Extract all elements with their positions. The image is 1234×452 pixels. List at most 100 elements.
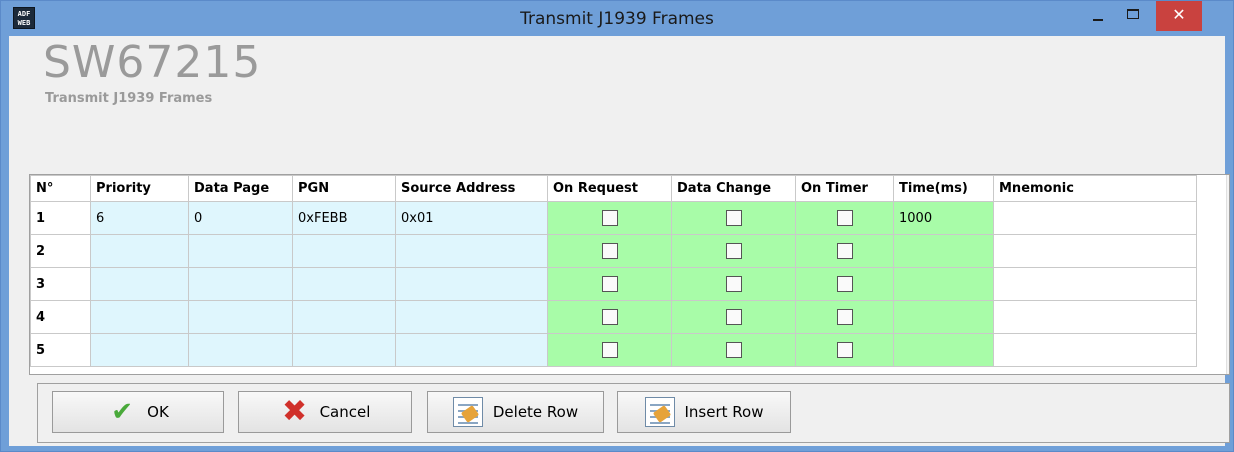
time-ms-cell[interactable] bbox=[893, 267, 994, 301]
row-number-cell: 5 bbox=[30, 333, 91, 367]
source-address-cell[interactable] bbox=[395, 267, 548, 301]
column-header-on-timer[interactable]: On Timer bbox=[795, 175, 894, 202]
data-change-checkbox[interactable] bbox=[725, 210, 742, 226]
mnemonic-cell[interactable] bbox=[993, 234, 1197, 268]
data-change-checkbox[interactable] bbox=[725, 342, 742, 358]
close-button[interactable]: ✕ bbox=[1156, 1, 1202, 31]
data-change-cell bbox=[671, 201, 796, 235]
source-address-cell[interactable] bbox=[395, 333, 548, 367]
on-request-cell bbox=[547, 300, 672, 334]
insert-row-icon bbox=[644, 397, 675, 427]
ok-button[interactable]: ✔ OK bbox=[52, 391, 224, 433]
insert-row-button-label: Insert Row bbox=[684, 403, 764, 421]
source-address-cell[interactable]: 0x01 bbox=[395, 201, 548, 235]
vertical-scrollbar[interactable]: ^ ⌄ bbox=[1226, 175, 1229, 374]
on-timer-cell bbox=[795, 267, 894, 301]
delete-row-button-label: Delete Row bbox=[492, 403, 579, 421]
column-header-data-page[interactable]: Data Page bbox=[188, 175, 293, 202]
on-timer-checkbox[interactable] bbox=[836, 276, 853, 292]
on-request-cell bbox=[547, 234, 672, 268]
data-page-cell[interactable] bbox=[188, 333, 293, 367]
pgn-cell[interactable] bbox=[292, 234, 396, 268]
on-request-checkbox[interactable] bbox=[601, 309, 618, 325]
insert-row-button[interactable]: Insert Row bbox=[617, 391, 791, 433]
column-header-n[interactable]: N° bbox=[30, 175, 91, 202]
delete-row-button[interactable]: Delete Row bbox=[427, 391, 604, 433]
priority-cell[interactable] bbox=[90, 300, 189, 334]
title-bar[interactable]: ADF WEB Transmit J1939 Frames ✕ bbox=[1, 1, 1233, 36]
time-ms-cell[interactable] bbox=[893, 300, 994, 334]
minimize-icon bbox=[1093, 19, 1103, 21]
product-title: SW67215 bbox=[43, 37, 262, 88]
table-row[interactable]: 1 6 0 0xFEBB 0x01 1000 bbox=[30, 201, 1197, 235]
data-page-cell[interactable] bbox=[188, 234, 293, 268]
on-request-checkbox[interactable] bbox=[601, 342, 618, 358]
column-header-pgn[interactable]: PGN bbox=[292, 175, 396, 202]
time-ms-cell[interactable]: 1000 bbox=[893, 201, 994, 235]
frames-table: N° Priority Data Page PGN Source Address… bbox=[30, 175, 1197, 367]
row-number-cell: 1 bbox=[30, 201, 91, 235]
source-address-cell[interactable] bbox=[395, 234, 548, 268]
source-address-cell[interactable] bbox=[395, 300, 548, 334]
priority-cell[interactable]: 6 bbox=[90, 201, 189, 235]
on-request-cell bbox=[547, 201, 672, 235]
priority-cell[interactable] bbox=[90, 234, 189, 268]
scroll-down-arrow-icon[interactable]: ⌄ bbox=[1227, 353, 1229, 370]
on-request-checkbox[interactable] bbox=[601, 243, 618, 259]
data-page-cell[interactable]: 0 bbox=[188, 201, 293, 235]
table-row[interactable]: 5 bbox=[30, 333, 1197, 367]
window-title: Transmit J1939 Frames bbox=[520, 9, 714, 29]
frames-grid[interactable]: N° Priority Data Page PGN Source Address… bbox=[29, 174, 1230, 375]
time-ms-cell[interactable] bbox=[893, 234, 994, 268]
data-change-checkbox[interactable] bbox=[725, 309, 742, 325]
on-request-checkbox[interactable] bbox=[601, 276, 618, 292]
column-header-mnemonic[interactable]: Mnemonic bbox=[993, 175, 1197, 202]
mnemonic-cell[interactable] bbox=[993, 300, 1197, 334]
column-header-data-change[interactable]: Data Change bbox=[671, 175, 796, 202]
close-icon: ✕ bbox=[1172, 5, 1186, 24]
data-change-checkbox[interactable] bbox=[725, 243, 742, 259]
cancel-button-label: Cancel bbox=[319, 403, 371, 421]
row-number-cell: 4 bbox=[30, 300, 91, 334]
priority-cell[interactable] bbox=[90, 267, 189, 301]
on-timer-checkbox[interactable] bbox=[836, 342, 853, 358]
maximize-icon bbox=[1127, 9, 1139, 19]
time-ms-cell[interactable] bbox=[893, 333, 994, 367]
on-timer-cell bbox=[795, 333, 894, 367]
dialog-window: ADF WEB Transmit J1939 Frames ✕ SW67215 … bbox=[0, 0, 1234, 452]
column-header-time-ms[interactable]: Time(ms) bbox=[893, 175, 994, 202]
on-request-cell bbox=[547, 333, 672, 367]
mnemonic-cell[interactable] bbox=[993, 201, 1197, 235]
mnemonic-cell[interactable] bbox=[993, 333, 1197, 367]
column-header-source-address[interactable]: Source Address bbox=[395, 175, 548, 202]
pgn-cell[interactable] bbox=[292, 300, 396, 334]
table-row[interactable]: 4 bbox=[30, 300, 1197, 334]
table-row[interactable]: 2 bbox=[30, 234, 1197, 268]
minimize-button[interactable] bbox=[1082, 1, 1114, 31]
on-timer-checkbox[interactable] bbox=[836, 243, 853, 259]
data-change-cell bbox=[671, 300, 796, 334]
x-icon: ✖ bbox=[282, 394, 308, 429]
data-page-cell[interactable] bbox=[188, 300, 293, 334]
data-change-checkbox[interactable] bbox=[725, 276, 742, 292]
column-header-on-request[interactable]: On Request bbox=[547, 175, 672, 202]
column-header-priority[interactable]: Priority bbox=[90, 175, 189, 202]
product-subtitle: Transmit J1939 Frames bbox=[45, 91, 213, 106]
cancel-button[interactable]: ✖ Cancel bbox=[238, 391, 412, 433]
pgn-cell[interactable] bbox=[292, 267, 396, 301]
scroll-up-arrow-icon[interactable]: ^ bbox=[1227, 179, 1229, 196]
on-timer-checkbox[interactable] bbox=[836, 309, 853, 325]
on-timer-checkbox[interactable] bbox=[836, 210, 853, 226]
row-number-cell: 3 bbox=[30, 267, 91, 301]
pgn-cell[interactable]: 0xFEBB bbox=[292, 201, 396, 235]
pgn-cell[interactable] bbox=[292, 333, 396, 367]
check-icon: ✔ bbox=[111, 397, 134, 427]
maximize-button[interactable] bbox=[1117, 1, 1149, 31]
data-change-cell bbox=[671, 267, 796, 301]
table-row[interactable]: 3 bbox=[30, 267, 1197, 301]
table-header-row: N° Priority Data Page PGN Source Address… bbox=[30, 175, 1197, 202]
on-request-checkbox[interactable] bbox=[601, 210, 618, 226]
data-page-cell[interactable] bbox=[188, 267, 293, 301]
mnemonic-cell[interactable] bbox=[993, 267, 1197, 301]
priority-cell[interactable] bbox=[90, 333, 189, 367]
